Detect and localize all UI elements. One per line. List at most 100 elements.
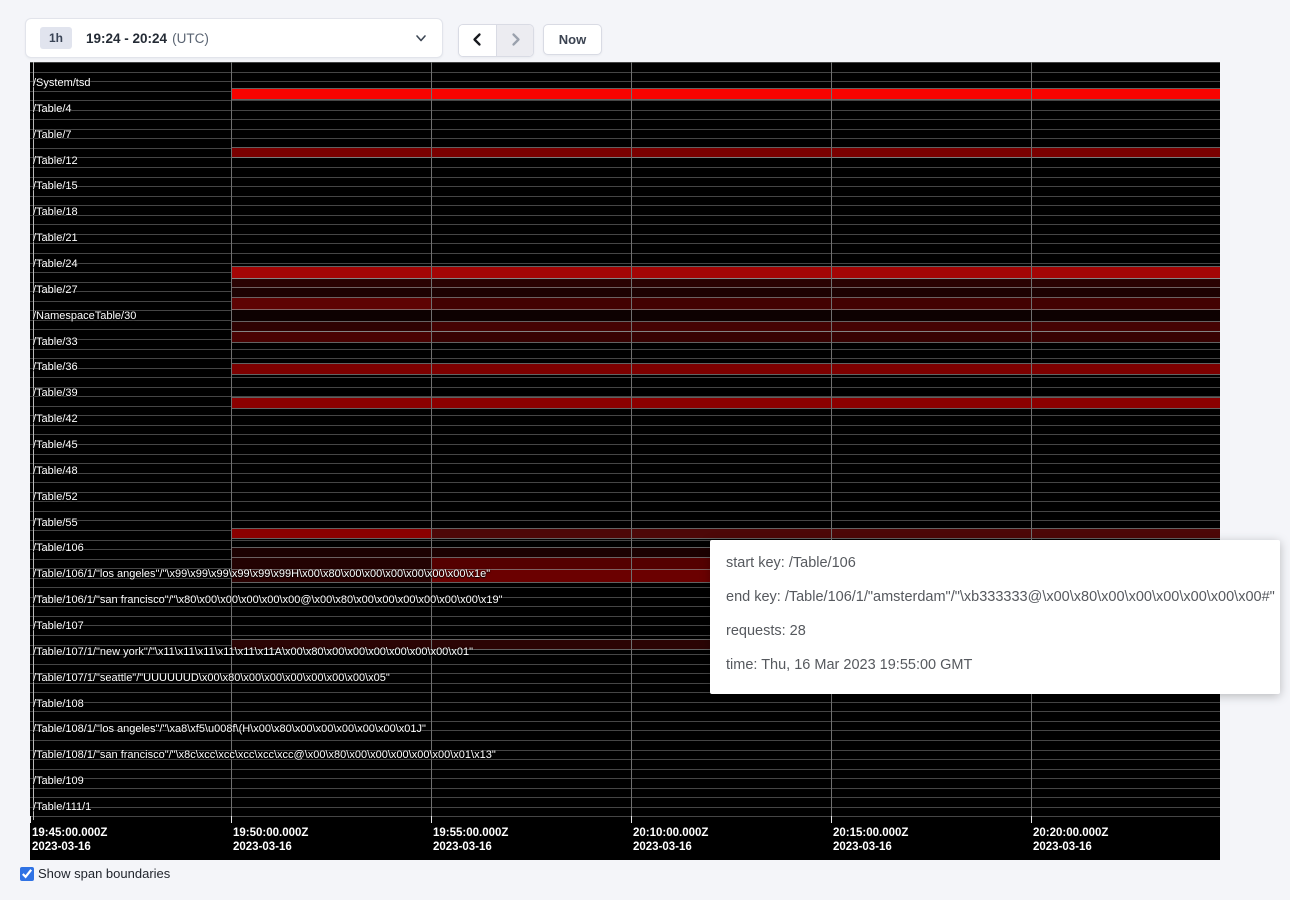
heat-band [231, 288, 1220, 298]
row-label: /Table/24 [33, 257, 78, 271]
axis-tick [631, 816, 632, 823]
span-boundary-line [30, 387, 1220, 388]
row-label: /Table/106/1/"los angeles"/"\x99\x99\x99… [33, 567, 490, 581]
heat-band [231, 322, 431, 331]
heat-band [231, 279, 1220, 288]
tooltip-line: end key: /Table/106/1/"amsterdam"/"\xb33… [726, 587, 1264, 608]
axis-tick [231, 816, 232, 823]
span-boundary-line [30, 110, 1220, 111]
span-boundary-line [30, 177, 1220, 178]
row-label: /Table/111/1 [33, 800, 91, 814]
span-boundary-line [30, 454, 1220, 455]
heat-band [231, 148, 1220, 157]
key-visualizer-chart[interactable]: /System/tsd/Table/4/Table/7/Table/12/Tab… [30, 62, 1220, 860]
heat-band [431, 322, 1220, 331]
span-boundary-line [30, 243, 1220, 244]
span-boundary-line [30, 253, 1220, 254]
heat-band [231, 310, 1220, 322]
span-boundary-line [30, 72, 1220, 73]
span-boundary-line [30, 196, 1220, 197]
span-boundary-line [30, 444, 1220, 445]
heat-band [231, 298, 431, 310]
row-label: /Table/107 [33, 619, 84, 633]
heat-band [431, 529, 1220, 538]
show-span-boundaries-checkbox[interactable] [20, 867, 34, 881]
span-boundary-line [30, 234, 1220, 235]
prev-time-button[interactable] [459, 25, 496, 56]
row-label: /Table/55 [33, 516, 78, 530]
row-label: /Table/52 [33, 490, 78, 504]
next-time-button[interactable] [496, 25, 533, 56]
row-label: /Table/106/1/"san francisco"/"\x80\x00\x… [33, 593, 503, 607]
vertical-gridline [631, 62, 632, 820]
row-label: /Table/109 [33, 774, 84, 788]
hover-tooltip: start key: /Table/106 end key: /Table/106… [710, 540, 1280, 694]
time-nav-group [458, 24, 534, 57]
row-label: /Table/107/1/"new york"/"\x11\x11\x11\x1… [33, 645, 473, 659]
span-boundary-line [30, 482, 1220, 483]
span-boundary-line [30, 81, 1220, 82]
axis-tick [1031, 816, 1032, 823]
chevron-left-icon [470, 32, 485, 50]
span-boundary-line [30, 473, 1220, 474]
span-boundary-line [30, 434, 1220, 435]
heat-band [231, 398, 1220, 408]
heat-band [231, 267, 1220, 278]
span-boundary-line [30, 520, 1220, 521]
span-boundary-line [30, 205, 1220, 206]
range-text: 19:24 - 20:24 [86, 31, 167, 46]
span-boundary-line [30, 224, 1220, 225]
heat-band [431, 332, 1220, 342]
tooltip-line: time: Thu, 16 Mar 2023 19:55:00 GMT [726, 655, 1264, 676]
span-boundary-line [30, 215, 1220, 216]
span-boundary-line [30, 425, 1220, 426]
span-boundaries-toggle: Show span boundaries [20, 866, 170, 881]
row-label: /Table/12 [33, 154, 78, 168]
row-label: /Table/7 [33, 128, 72, 142]
heat-band [231, 364, 1220, 374]
x-axis-label: 20:15:00.000Z2023-03-16 [833, 826, 908, 854]
tooltip-line: start key: /Table/106 [726, 553, 1264, 574]
tooltip-line: requests: 28 [726, 621, 1264, 642]
chevron-right-icon [508, 32, 523, 50]
vertical-gridline [831, 62, 832, 820]
row-label: /Table/108 [33, 697, 84, 711]
x-axis-label: 19:50:00.000Z2023-03-16 [233, 826, 308, 854]
now-button[interactable]: Now [543, 24, 602, 55]
row-label: /Table/108/1/"san francisco"/"\x8c\xcc\x… [33, 748, 496, 762]
row-label: /NamespaceTable/30 [33, 309, 136, 323]
row-label: /Table/42 [33, 412, 78, 426]
span-boundary-line [30, 157, 1220, 158]
row-label: /System/tsd [33, 76, 90, 90]
span-boundary-line [30, 492, 1220, 493]
span-boundary-line [30, 358, 1220, 359]
span-boundary-line [30, 119, 1220, 120]
axis-tick [30, 816, 31, 823]
span-boundary-line [30, 711, 1220, 712]
span-boundary-line [30, 778, 1220, 779]
axis-tick [431, 816, 432, 823]
span-boundary-line [30, 797, 1220, 798]
row-label: /Table/4 [33, 102, 72, 116]
vertical-gridline [1031, 62, 1032, 820]
row-label: /Table/107/1/"seattle"/"UUUUUUD\x00\x80\… [33, 671, 390, 685]
span-boundary-line [30, 501, 1220, 502]
row-label: /Table/27 [33, 283, 78, 297]
span-boundary-line [30, 349, 1220, 350]
span-boundary-line [30, 100, 1220, 101]
span-boundary-line [30, 816, 1220, 817]
row-label: /Table/33 [33, 335, 78, 349]
span-boundary-line [30, 186, 1220, 187]
row-label: /Table/48 [33, 464, 78, 478]
span-boundary-line [30, 62, 1220, 63]
span-boundary-line [30, 138, 1220, 139]
x-axis-label: 19:55:00.000Z2023-03-16 [433, 826, 508, 854]
span-boundary-line [30, 511, 1220, 512]
x-axis-label: 20:20:00.000Z2023-03-16 [1033, 826, 1108, 854]
row-label: /Table/36 [33, 360, 78, 374]
span-boundary-line [30, 129, 1220, 130]
x-axis-label: 19:45:00.000Z2023-03-16 [32, 826, 107, 854]
axis-tick [831, 816, 832, 823]
row-label: /Table/106 [33, 541, 84, 555]
time-range-select[interactable]: 1h 19:24 - 20:24 (UTC) [25, 18, 443, 58]
